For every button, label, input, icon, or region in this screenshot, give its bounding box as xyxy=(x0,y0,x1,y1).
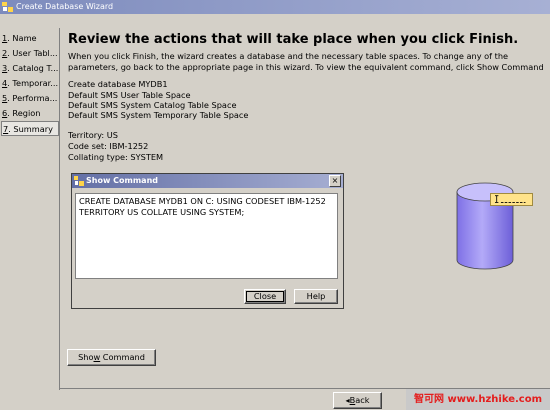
dialog-app-icon xyxy=(74,176,84,186)
show-command-button[interactable]: Show Command xyxy=(67,349,156,366)
territory-text: Territory: US xyxy=(68,130,118,140)
nav-step-temporary-tablespace[interactable]: 4. Temporar... xyxy=(2,76,58,91)
nav-step-label: . Catalog T... xyxy=(7,63,58,73)
nav-step-name[interactable]: 1. Name xyxy=(2,31,58,46)
dialog-titlebar[interactable]: Show Command × xyxy=(72,174,343,188)
show-command-label: Sho xyxy=(78,352,94,362)
nav-step-user-tablespace[interactable]: 2. User Tabl... xyxy=(2,46,58,61)
nav-step-performance[interactable]: 5. Performa... xyxy=(2,91,58,106)
show-command-dialog: Show Command × CREATE DATABASE MYDB1 ON … xyxy=(71,173,344,309)
nav-step-label: . Region xyxy=(7,108,41,118)
page-heading: Review the actions that will take place … xyxy=(68,32,519,47)
back-label: ack xyxy=(355,395,370,405)
site-watermark: 智可网 www.hzhike.com xyxy=(406,389,550,410)
window-title: Create Database Wizard xyxy=(16,2,114,11)
cursor-tooltip-icon xyxy=(490,193,533,206)
nav-step-summary[interactable]: 7. Summary xyxy=(1,121,59,136)
nav-step-catalog-tablespace[interactable]: 3. Catalog T... xyxy=(2,61,58,76)
code-set-text: Code set: IBM-1252 xyxy=(68,141,149,151)
show-command-label-rest: Command xyxy=(100,352,145,362)
nav-step-label: . Summary xyxy=(8,124,53,134)
help-button[interactable]: Help xyxy=(294,289,338,304)
collating-type-text: Collating type: SYSTEM xyxy=(68,152,164,162)
action-line: Create database MYDB1 xyxy=(68,79,168,89)
intro-text: When you click Finish, the wizard create… xyxy=(68,51,544,72)
close-icon[interactable]: × xyxy=(329,175,341,187)
back-button[interactable]: ◂Back xyxy=(333,392,382,409)
close-button[interactable]: Close xyxy=(244,289,286,304)
nav-step-label: . Name xyxy=(7,33,37,43)
nav-step-label: . Performa... xyxy=(7,93,58,103)
wizard-step-nav: 1. Name 2. User Tabl... 3. Catalog T... … xyxy=(0,28,60,390)
action-line: Default SMS System Temporary Table Space xyxy=(68,110,249,120)
nav-step-label: . User Tabl... xyxy=(7,48,58,58)
nav-step-region[interactable]: 6. Region xyxy=(2,106,58,121)
wizard-app-icon xyxy=(2,2,13,12)
action-line: Default SMS System Catalog Table Space xyxy=(68,100,237,110)
action-line: Default SMS User Table Space xyxy=(68,90,191,100)
nav-step-label: . Temporar... xyxy=(7,78,58,88)
dialog-title: Show Command xyxy=(86,176,158,185)
command-textarea[interactable]: CREATE DATABASE MYDB1 ON C: USING CODESE… xyxy=(75,193,338,279)
window-titlebar[interactable]: Create Database Wizard xyxy=(0,0,550,14)
